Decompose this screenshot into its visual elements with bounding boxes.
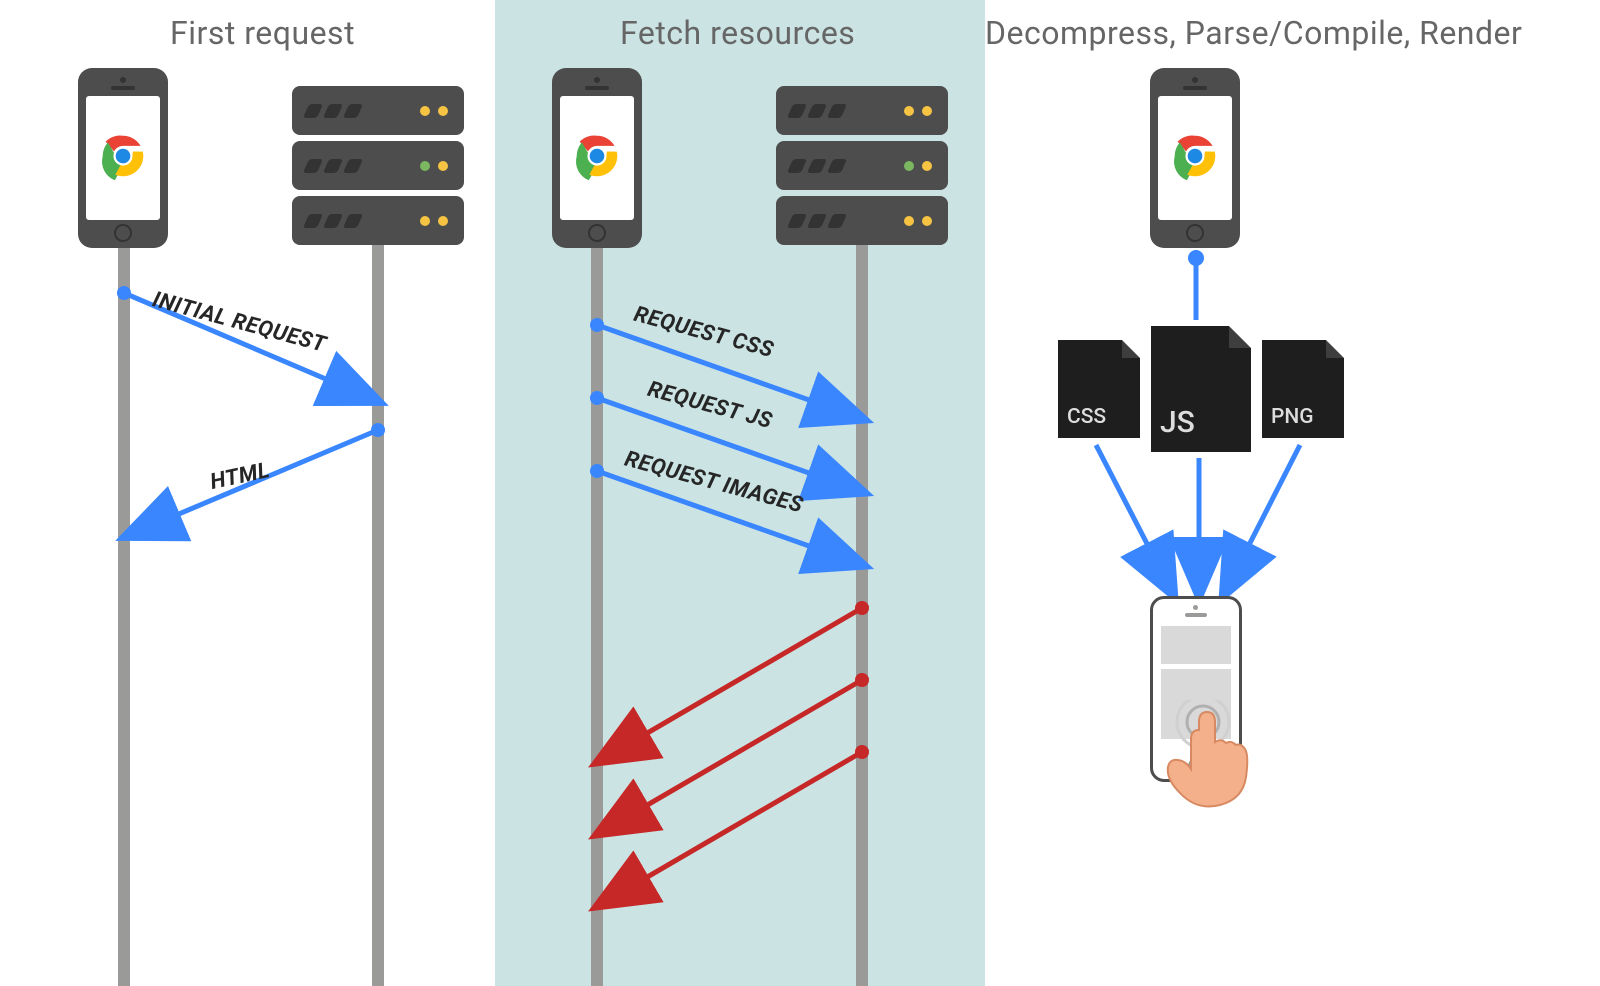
file-label: JS bbox=[1160, 405, 1195, 440]
file-css-icon: CSS bbox=[1058, 340, 1140, 438]
phone-client-2 bbox=[552, 68, 642, 248]
file-js-icon: JS bbox=[1151, 326, 1251, 452]
file-label: PNG bbox=[1271, 405, 1314, 429]
chrome-logo-icon bbox=[1168, 129, 1222, 187]
server-stack-1 bbox=[292, 86, 464, 251]
chrome-logo-icon bbox=[570, 129, 624, 187]
phone-client-1 bbox=[78, 68, 168, 248]
phone-client-3 bbox=[1150, 68, 1240, 248]
diagram-stage: First request Fetch resources Decompress… bbox=[0, 0, 1600, 986]
server-stack-2 bbox=[776, 86, 948, 251]
touch-hand-icon bbox=[1155, 700, 1285, 830]
chrome-logo-icon bbox=[96, 129, 150, 187]
file-png-icon: PNG bbox=[1262, 340, 1344, 438]
file-label: CSS bbox=[1067, 405, 1106, 429]
